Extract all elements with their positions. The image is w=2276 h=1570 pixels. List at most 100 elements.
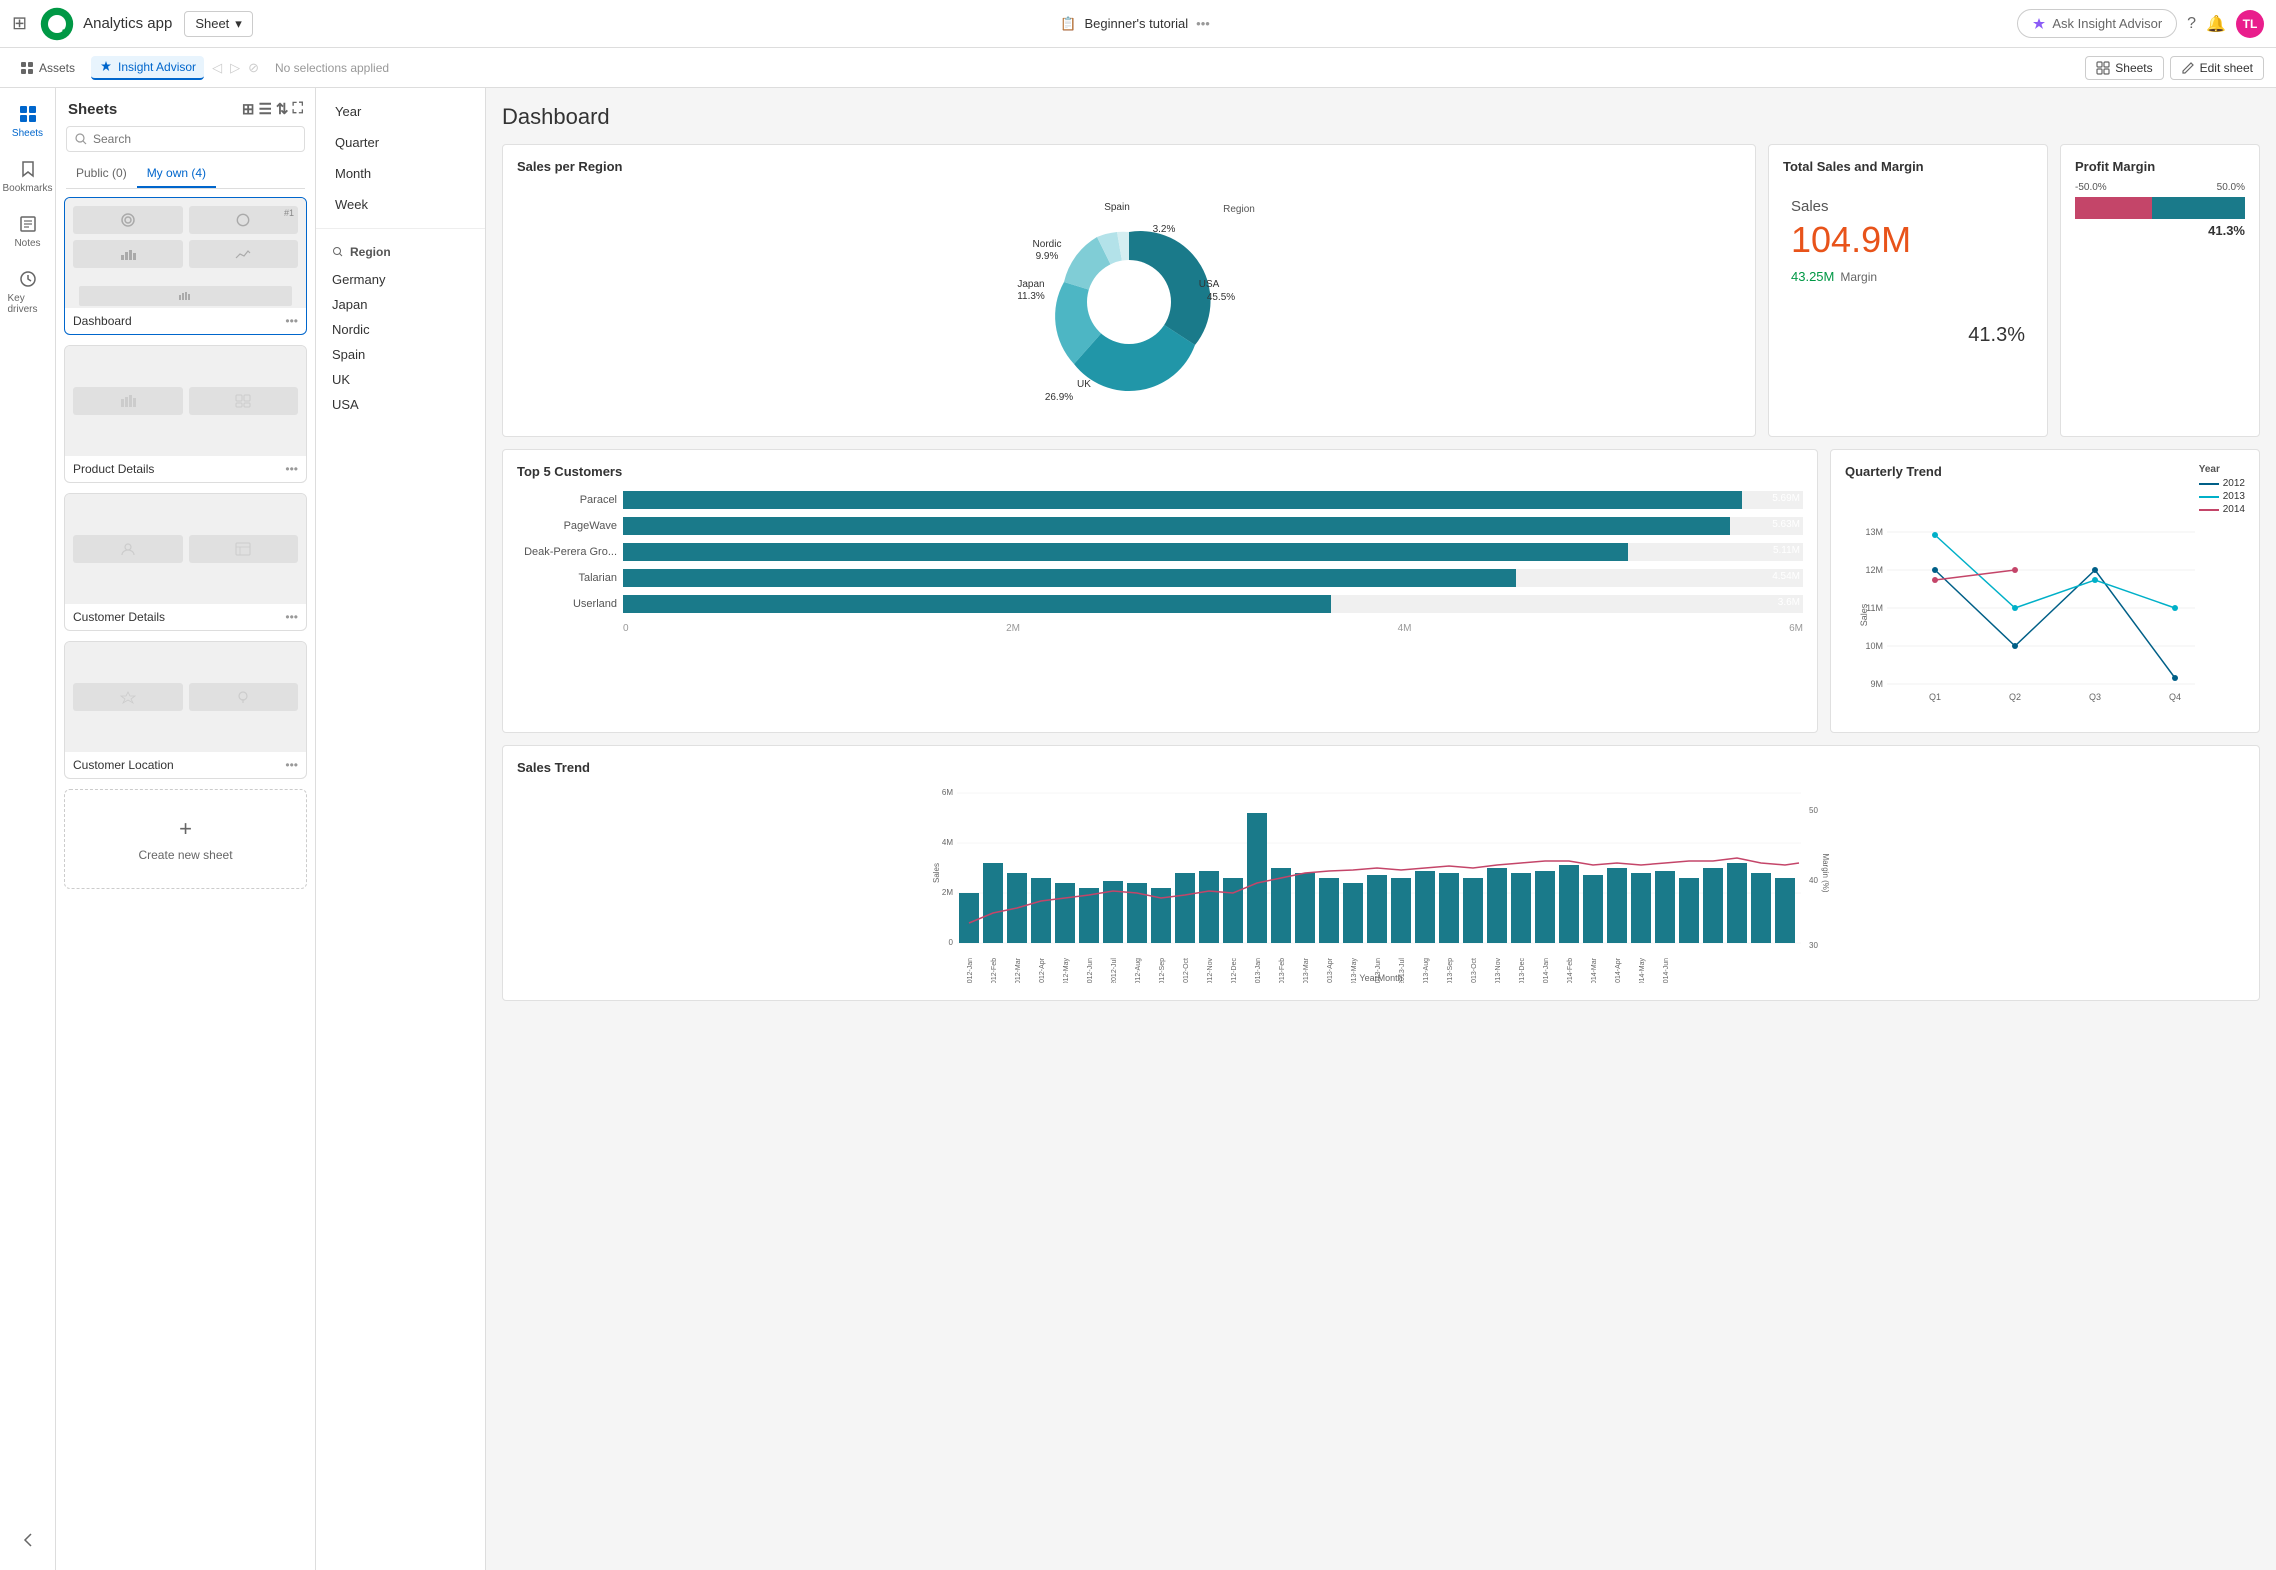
grid-view-icon[interactable]: ⊞ [242, 100, 255, 118]
top5-customers-card: Top 5 Customers Paracel 5.69M PageWave [502, 449, 1818, 733]
sheet-more-dashboard[interactable]: ••• [285, 314, 298, 328]
bar-track-talarian: 4.54M [623, 569, 1803, 587]
top-navigation: ⊞ Analytics app Sheet ▾ 📋 Beginner's tut… [0, 0, 2276, 48]
back-icon[interactable]: ◁ [212, 60, 222, 76]
more-options-icon[interactable]: ••• [1196, 16, 1210, 31]
region-spain[interactable]: Spain [316, 342, 485, 367]
svg-text:2013-Nov: 2013-Nov [1495, 958, 1502, 983]
svg-text:2012-Aug: 2012-Aug [1135, 958, 1142, 983]
dim-week[interactable]: Week [316, 189, 485, 220]
bar-row-pagewave: PageWave 5.63M [517, 517, 1803, 535]
sidebar-item-sheets[interactable]: Sheets [4, 96, 52, 147]
search-icon [75, 133, 87, 145]
charts-middle-row: Top 5 Customers Paracel 5.69M PageWave [502, 449, 2260, 733]
svg-text:Margin (%): Margin (%) [1821, 853, 1830, 892]
sheet-preview-dashboard: #1 [65, 198, 306, 308]
tutorial-label[interactable]: Beginner's tutorial [1085, 16, 1189, 31]
svg-text:2012-Oct: 2012-Oct [1183, 958, 1190, 983]
insight-advisor-button[interactable]: Insight Advisor [91, 56, 204, 80]
bell-icon[interactable]: 🔔 [2206, 14, 2226, 34]
bar-track-deak: 5.11M [623, 543, 1803, 561]
search-box[interactable] [66, 126, 305, 152]
bar-track-pagewave: 5.63M [623, 517, 1803, 535]
bookmarks-label: Bookmarks [3, 183, 53, 194]
svg-text:2012-Jan: 2012-Jan [967, 958, 974, 983]
svg-text:Japan: Japan [1017, 279, 1044, 290]
bar-chart: Paracel 5.69M PageWave 5.63M [517, 487, 1803, 638]
svg-text:2013-Jan: 2013-Jan [1255, 958, 1262, 983]
bar-row-deak: Deak-Perera Gro... 5.11M [517, 543, 1803, 561]
region-label: Region [350, 245, 391, 259]
no-selections: No selections applied [275, 61, 389, 75]
filter-icon[interactable]: ⊘ [248, 60, 259, 76]
sidebar-item-bookmarks[interactable]: Bookmarks [4, 151, 52, 202]
svg-text:2014-Jun: 2014-Jun [1663, 958, 1670, 983]
svg-text:YearMonth: YearMonth [1359, 973, 1402, 983]
quarterly-title: Quarterly Trend [1845, 464, 1942, 479]
svg-text:2014-May: 2014-May [1639, 958, 1646, 983]
pm-value: 41.3% [2075, 223, 2245, 238]
expand-icon[interactable]: ⛶ [292, 100, 303, 118]
sheet-item-customer-details[interactable]: Customer Details ••• [64, 493, 307, 631]
sidebar-item-key-drivers[interactable]: Key drivers [4, 261, 52, 323]
sheet-item-dashboard[interactable]: #1 [64, 197, 307, 335]
region-nordic[interactable]: Nordic [316, 317, 485, 342]
svg-text:Sales: Sales [932, 863, 941, 883]
dim-year[interactable]: Year [316, 96, 485, 127]
svg-text:2012-Feb: 2012-Feb [991, 958, 998, 983]
total-sales-title: Total Sales and Margin [1783, 159, 2033, 174]
sidebar-collapse-button[interactable] [4, 1522, 52, 1558]
sheet-preview-location [65, 642, 306, 752]
key-drivers-label: Key drivers [8, 293, 48, 315]
region-germany[interactable]: Germany [316, 267, 485, 292]
svg-text:2M: 2M [942, 888, 953, 897]
ask-insight-button[interactable]: Ask Insight Advisor [2017, 9, 2177, 38]
dim-quarter[interactable]: Quarter [316, 127, 485, 158]
svg-text:Q1: Q1 [1929, 692, 1941, 702]
help-icon[interactable]: ? [2187, 15, 2196, 33]
svg-text:0: 0 [949, 938, 954, 947]
forward-icon[interactable]: ▷ [230, 60, 240, 76]
dim-month[interactable]: Month [316, 158, 485, 189]
sheet-more-customer[interactable]: ••• [285, 610, 298, 624]
grid-icon[interactable]: ⊞ [12, 13, 27, 34]
svg-text:UK: UK [1077, 379, 1091, 390]
nav-right: Ask Insight Advisor ? 🔔 TL [2017, 9, 2264, 38]
tab-public[interactable]: Public (0) [66, 160, 137, 188]
svg-text:2013-Aug: 2013-Aug [1423, 958, 1430, 983]
tab-my-own[interactable]: My own (4) [137, 160, 216, 188]
dimension-panel: Year Quarter Month Week Region Germany J… [316, 88, 486, 1570]
preview-cell-cl-1 [73, 683, 183, 711]
sheets-button[interactable]: Sheets [2085, 56, 2163, 80]
svg-text:2012-May: 2012-May [1063, 958, 1070, 983]
bar-row-paracel: Paracel 5.69M [517, 491, 1803, 509]
sheets-label: Sheets [12, 128, 43, 139]
edit-sheet-button[interactable]: Edit sheet [2170, 56, 2264, 80]
svg-text:9.9%: 9.9% [1036, 251, 1059, 262]
svg-text:Region: Region [1223, 204, 1255, 215]
region-japan[interactable]: Japan [316, 292, 485, 317]
preview-cell-cd-2 [189, 535, 299, 563]
pm-max-label: 50.0% [2217, 182, 2245, 193]
user-avatar[interactable]: TL [2236, 10, 2264, 38]
sheet-more-location[interactable]: ••• [285, 758, 298, 772]
main-layout: Sheets Bookmarks Notes Key drivers Sheet… [0, 88, 2276, 1570]
sidebar-item-notes[interactable]: Notes [4, 206, 52, 257]
region-uk[interactable]: UK [316, 367, 485, 392]
sheet-item-product-details[interactable]: Product Details ••• [64, 345, 307, 483]
bar-label-userland: Userland [517, 598, 617, 610]
assets-button[interactable]: Assets [12, 57, 83, 79]
sheet-item-customer-location[interactable]: Customer Location ••• [64, 641, 307, 779]
sheet-more-product[interactable]: ••• [285, 462, 298, 476]
search-input[interactable] [93, 132, 296, 146]
preview-cell-pd-1 [73, 387, 183, 415]
margin-percentage: 41.3% [1791, 324, 2025, 347]
region-usa[interactable]: USA [316, 392, 485, 417]
sheet-name-location: Customer Location [73, 758, 174, 772]
create-sheet-item[interactable]: + Create new sheet [64, 789, 307, 889]
donut-chart-container: Region [517, 182, 1741, 422]
sort-icon[interactable]: ⇅ [276, 100, 289, 118]
sheet-selector[interactable]: Sheet ▾ [184, 11, 253, 37]
list-view-icon[interactable]: ☰ [258, 100, 271, 118]
sheet-preview-customer [65, 494, 306, 604]
